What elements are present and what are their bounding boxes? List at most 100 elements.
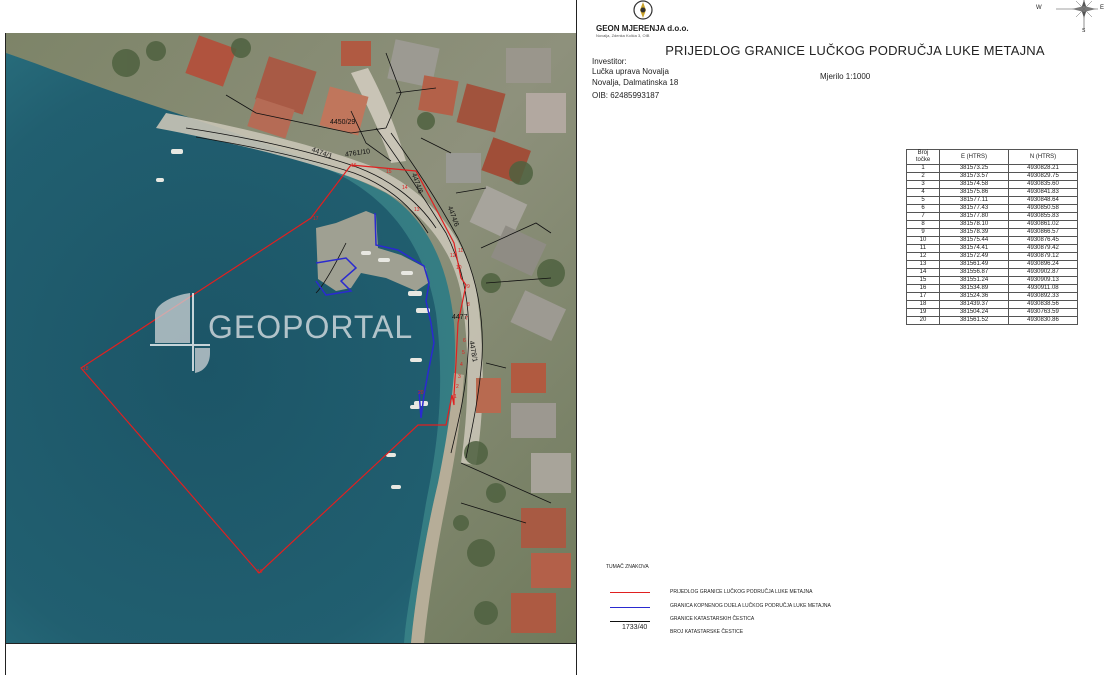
- northing-cell: 4930838.56: [1008, 300, 1078, 309]
- point-number-cell: 12: [906, 252, 940, 261]
- point-label-14: 14: [402, 185, 408, 191]
- table-row: 16 381534.89 4930911.08: [906, 284, 1078, 293]
- point-number-cell: 4: [906, 188, 940, 197]
- easting-cell: 381577.11: [939, 196, 1009, 205]
- investor-address: Novalja, Dalmatinska 18: [592, 78, 679, 87]
- table-row: 15 381551.24 4930909.13: [906, 276, 1078, 285]
- investor-name: Lučka uprava Novalja: [592, 67, 669, 76]
- legend-land-boundary-label: GRANICA KOPNENOG DIJELA LUČKOG PODRUČJA …: [670, 603, 831, 609]
- northing-cell: 4930848.64: [1008, 196, 1078, 205]
- legend-land-boundary-swatch: [610, 607, 650, 608]
- geoportal-watermark-text: GEOPORTAL: [208, 309, 414, 345]
- table-row: 3 381574.58 4930835.60: [906, 180, 1078, 189]
- easting-cell: 381577.80: [939, 212, 1009, 221]
- legend-parcel-swatch: [610, 621, 650, 622]
- table-row: 2 381573.57 4930829.75: [906, 172, 1078, 181]
- northing-cell: 4930896.24: [1008, 260, 1078, 269]
- point-label-1: 1: [454, 394, 457, 400]
- company-name: GEON MJERENJA d.o.o.: [596, 24, 689, 33]
- table-row: 7 381577.80 4930855.83: [906, 212, 1078, 221]
- point-label-8: 8: [467, 302, 470, 308]
- point-number-cell: 19: [906, 308, 940, 317]
- point-label-6: 6: [463, 338, 466, 344]
- table-row: 19 381504.24 4930763.59: [906, 308, 1078, 317]
- table-header-e: E (HTRS): [939, 149, 1009, 165]
- point-number-cell: 17: [906, 292, 940, 301]
- point-number-cell: 1: [906, 164, 940, 173]
- table-row: 11 381574.41 4930879.42: [906, 244, 1078, 253]
- legend-parcel-number-sample: 1733/40: [622, 624, 648, 631]
- company-subline: Novalja, Zdenka Kolića 3, OIB: [596, 33, 650, 38]
- northing-cell: 4930876.45: [1008, 236, 1078, 245]
- point-label-3: 3: [458, 374, 461, 380]
- table-row: 4 381575.86 4930841.83: [906, 188, 1078, 197]
- easting-cell: 381575.44: [939, 236, 1009, 245]
- northing-cell: 4930902.87: [1008, 268, 1078, 277]
- easting-cell: 381572.49: [939, 252, 1009, 261]
- map-title: PRIJEDLOG GRANICE LUČKOG PODRUČJA LUKE M…: [665, 43, 1045, 58]
- table-header-row: Broj točke E (HTRS) N (HTRS): [906, 149, 1078, 165]
- geoportal-watermark: GEOPORTAL: [150, 293, 450, 373]
- point-number-cell: 14: [906, 268, 940, 277]
- easting-cell: 381575.86: [939, 188, 1009, 197]
- legend-parcel-number-label: BROJ KATASTARSKE ČESTICE: [670, 629, 744, 635]
- easting-cell: 381578.39: [939, 228, 1009, 237]
- point-number-cell: 10: [906, 236, 940, 245]
- easting-cell: 381524.36: [939, 292, 1009, 301]
- point-label-4: 4: [460, 362, 463, 368]
- northing-cell: 4930909.13: [1008, 276, 1078, 285]
- table-row: 10 381575.44 4930876.45: [906, 236, 1078, 245]
- easting-cell: 381573.57: [939, 172, 1009, 181]
- frame-bottom: [6, 643, 576, 644]
- coordinates-table: Broj točke E (HTRS) N (HTRS) 1 381573.25 4…: [906, 149, 1078, 325]
- point-number-cell: 20: [906, 316, 940, 325]
- northing-cell: 4930855.83: [1008, 212, 1078, 221]
- easting-cell: 381551.24: [939, 276, 1009, 285]
- northing-cell: 4930892.33: [1008, 292, 1078, 301]
- northing-cell: 4930879.12: [1008, 252, 1078, 261]
- point-number-cell: 2: [906, 172, 940, 181]
- point-number-cell: 11: [906, 244, 940, 253]
- easting-cell: 381574.58: [939, 180, 1009, 189]
- table-row: 1 381573.25 4930828.21: [906, 164, 1078, 173]
- table-row: 9 381578.39 4930866.57: [906, 228, 1078, 237]
- map-sheet: 4450/29 4761/10 4474/1 4474/6 4474/6 447…: [0, 0, 1114, 675]
- northing-cell: 4930911.08: [1008, 284, 1078, 293]
- northing-cell: 4930866.57: [1008, 228, 1078, 237]
- frame-middle: [576, 0, 577, 675]
- northing-cell: 4930763.59: [1008, 308, 1078, 317]
- legend-port-boundary-swatch: [610, 592, 650, 593]
- point-number-cell: 9: [906, 228, 940, 237]
- compass-w: W: [1036, 5, 1042, 11]
- table-row: 17 381524.36 4930892.33: [906, 292, 1078, 301]
- aerial-map[interactable]: 4450/29 4761/10 4474/1 4474/6 4474/6 447…: [6, 33, 576, 643]
- compass-e: E: [1100, 5, 1105, 11]
- legend-parcel-label: GRANICE KATASTARSKIH ČESTICA: [670, 616, 755, 622]
- easting-cell: 381534.89: [939, 284, 1009, 293]
- table-row: 5 381577.11 4930848.64: [906, 196, 1078, 205]
- point-number-cell: 3: [906, 180, 940, 189]
- easting-cell: 381577.43: [939, 204, 1009, 213]
- point-number-cell: 15: [906, 276, 940, 285]
- point-number-cell: 8: [906, 220, 940, 229]
- table-row: 8 381578.10 4930861.02: [906, 220, 1078, 229]
- geoportal-logo-icon: [150, 293, 210, 373]
- point-label-10: 10: [456, 265, 462, 271]
- point-number-cell: 6: [906, 204, 940, 213]
- easting-cell: 381561.52: [939, 316, 1009, 325]
- point-label-5: 5: [462, 350, 465, 356]
- point-label-13: 13: [414, 207, 420, 213]
- investor-heading: Investitor:: [592, 57, 627, 66]
- easting-cell: 381556.87: [939, 268, 1009, 277]
- point-number-cell: 18: [906, 300, 940, 309]
- northing-cell: 4930829.75: [1008, 172, 1078, 181]
- northing-cell: 4930861.02: [1008, 220, 1078, 229]
- point-label-16: 16: [351, 163, 357, 169]
- parcel-label-4450-29: 4450/29: [330, 119, 356, 126]
- point-number-cell: 16: [906, 284, 940, 293]
- point-label-18: 18: [83, 366, 89, 372]
- northing-cell: 4930841.83: [1008, 188, 1078, 197]
- table-header-n: N (HTRS): [1008, 149, 1078, 165]
- northing-cell: 4930828.21: [1008, 164, 1078, 173]
- easting-cell: 381574.41: [939, 244, 1009, 253]
